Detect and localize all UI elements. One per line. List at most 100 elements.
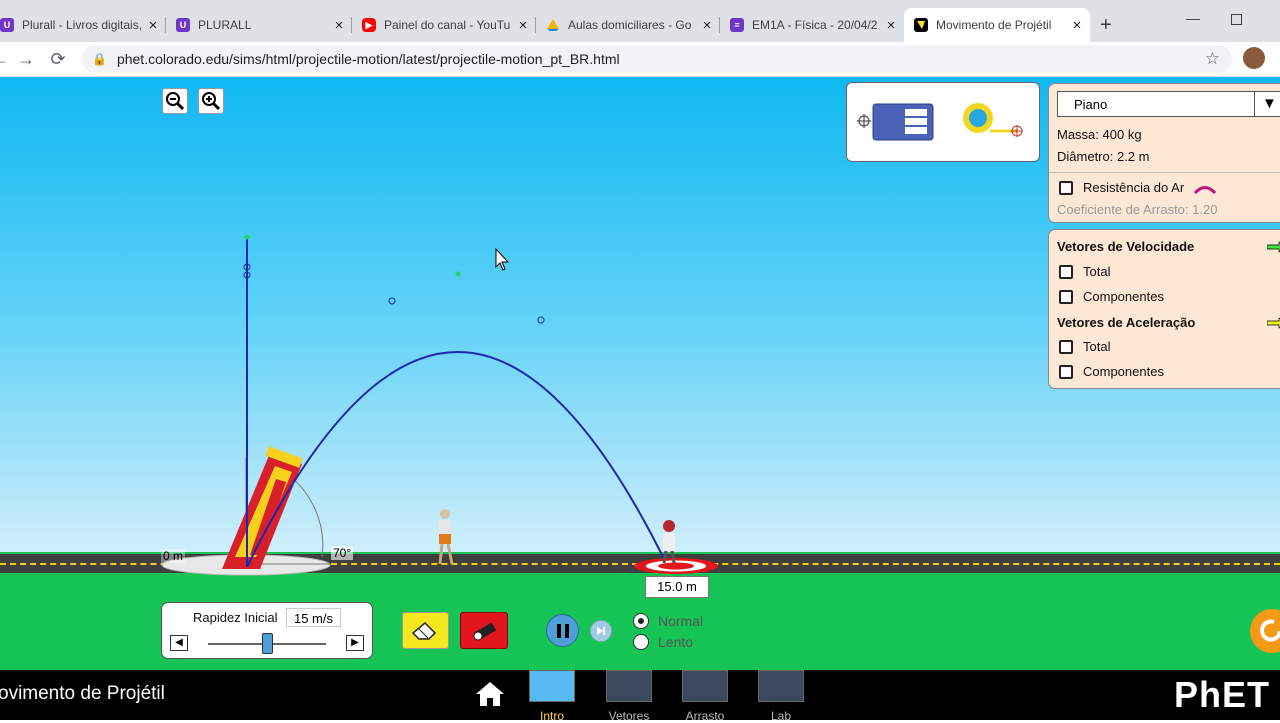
profile-avatar[interactable] [1243,47,1265,69]
velocity-arrow-icon [1267,241,1280,253]
velocity-components-checkbox[interactable] [1059,289,1073,304]
browser-tab-active[interactable]: Movimento de Projétil × [904,8,1090,42]
tools-box [846,82,1040,162]
velocity-components-toggle[interactable]: Componentes [1059,289,1164,304]
new-tab-button[interactable]: + [1100,14,1112,37]
projectile-select[interactable]: Piano ▼ [1057,91,1280,117]
speed-slow-option[interactable]: Lento [633,634,693,650]
browser-tab[interactable]: Aulas domiciliares - Go × [536,8,720,42]
angle-label: 70° [331,546,354,560]
cannon[interactable] [222,446,303,569]
projectile-panel: Piano ▼ Massa: 400 kg Diâmetro: 2.2 m Re… [1048,83,1280,223]
nav-vetores-label: Vetores [608,709,650,723]
vectors-panel: Vetores de Velocidade Total Componentes … [1048,229,1280,389]
eraser-icon [411,621,436,640]
phet-logo[interactable]: PhET [1174,674,1270,716]
home-icon [476,682,504,706]
normal-label: Normal [658,613,704,629]
measuring-tape-readout-tool-icon[interactable] [857,101,937,143]
velocity-vectors-title: Vetores de Velocidade [1057,239,1195,254]
initial-speed-control: Rapidez Inicial 15 m/s ◀ ▶ [161,602,373,659]
radio-normal[interactable] [633,613,649,629]
acceleration-vectors-title: Vetores de Aceleração [1057,315,1196,330]
velocity-total-label: Total [1083,264,1111,279]
parabolic-trajectory [246,351,669,568]
nav-arrasto-label: Arrasto [685,709,725,723]
nav-vetores[interactable]: Vetores [605,670,653,723]
browser-tab-strip: U Plurall - Livros digitais, × U PLURALL… [0,0,1280,42]
step-forward-icon [597,627,605,635]
velocity-total-checkbox[interactable] [1059,264,1073,279]
trajectory-point[interactable] [537,316,545,324]
reset-all-button[interactable] [1250,609,1280,653]
speed-normal-option[interactable]: Normal [633,613,703,629]
close-tab-icon[interactable]: × [144,17,162,34]
acceleration-total-label: Total [1083,339,1111,354]
browser-tab[interactable]: ▶ Painel do canal - YouTu × [352,8,536,42]
acceleration-components-toggle[interactable]: Componentes [1059,364,1164,379]
tab-title: Plurall - Livros digitais, [22,18,143,32]
close-tab-icon[interactable]: × [698,17,716,34]
tab-title: EM1A - Física - 20/04/2 [752,18,878,32]
acceleration-components-checkbox[interactable] [1059,364,1073,379]
tab-title: PLURALL [198,18,252,32]
speed-increase-button[interactable]: ▶ [346,635,364,651]
back-icon[interactable]: ← [0,42,12,76]
acceleration-total-checkbox[interactable] [1059,339,1073,354]
address-bar[interactable]: 🔒 phet.colorado.edu/sims/html/projectile… [82,45,1232,73]
reload-icon[interactable]: ⟳ [46,42,70,76]
home-button[interactable] [474,680,506,713]
nav-lab[interactable]: Lab [757,670,805,723]
browser-toolbar: ← → ⟳ 🔒 phet.colorado.edu/sims/html/proj… [0,42,1280,77]
tab-title: Painel do canal - YouTu [384,18,511,32]
initial-speed-value: 15 m/s [286,608,341,627]
step-button[interactable] [590,620,612,642]
close-tab-icon[interactable]: × [1068,17,1086,34]
browser-tab[interactable]: U PLURALL × [166,8,352,42]
close-tab-icon[interactable]: × [330,17,348,34]
slow-label: Lento [658,634,694,650]
nav-arrasto[interactable]: Arrasto [681,670,729,723]
fire-button[interactable] [460,612,508,649]
air-resistance-checkbox[interactable] [1059,180,1073,195]
pause-icon [556,623,569,638]
google-drive-favicon-icon [546,18,560,32]
sim-title: ovimento de Projétil [0,683,165,704]
nav-intro[interactable]: Intro [528,670,576,723]
trajectory-point[interactable] [388,297,396,305]
trajectory-apex-point[interactable] [455,271,461,277]
erase-button[interactable] [402,612,449,649]
target[interactable] [634,558,718,574]
acceleration-total-toggle[interactable]: Total [1059,339,1110,354]
browser-tab[interactable]: U Plurall - Livros digitais, × [0,8,166,42]
bookmark-star-icon[interactable]: ☆ [1205,49,1220,69]
forward-icon[interactable]: → [14,42,38,76]
diameter-readout: Diâmetro: 2.2 m [1057,149,1150,164]
minimize-icon[interactable]: — [1186,10,1200,26]
plurall-favicon-icon: U [176,18,190,32]
drag-coefficient-readout: Coeficiente de Arrasto: 1.20 [1057,202,1218,217]
close-tab-icon[interactable]: × [882,17,900,34]
origin-label: 0 m [161,549,186,563]
projectile-select-value: Piano [1074,97,1108,112]
air-resistance-toggle[interactable]: Resistência do Ar [1059,180,1218,195]
chevron-down-icon[interactable]: ▼ [1262,95,1277,112]
restore-icon[interactable] [1231,14,1242,25]
measuring-tape-tool-icon[interactable] [962,99,1026,143]
acceleration-arrow-icon [1267,317,1280,329]
pause-button[interactable] [546,614,579,647]
nav-intro-label: Intro [539,709,564,723]
close-tab-icon[interactable]: × [514,17,532,34]
radio-slow[interactable] [633,634,649,650]
trajectory-point[interactable] [244,234,250,240]
intro-screen-icon [529,670,575,702]
lock-icon: 🔒 [92,52,107,66]
speed-slider-thumb[interactable] [262,633,273,654]
plurall-favicon-icon: U [0,18,14,32]
radio-dot [638,618,644,624]
speed-decrease-button[interactable]: ◀ [170,635,188,651]
cannon-fire-icon [473,622,497,640]
browser-tab[interactable]: ≡ EM1A - Física - 20/04/2 × [720,8,904,42]
velocity-total-toggle[interactable]: Total [1059,264,1110,279]
nav-lab-label: Lab [770,709,792,723]
